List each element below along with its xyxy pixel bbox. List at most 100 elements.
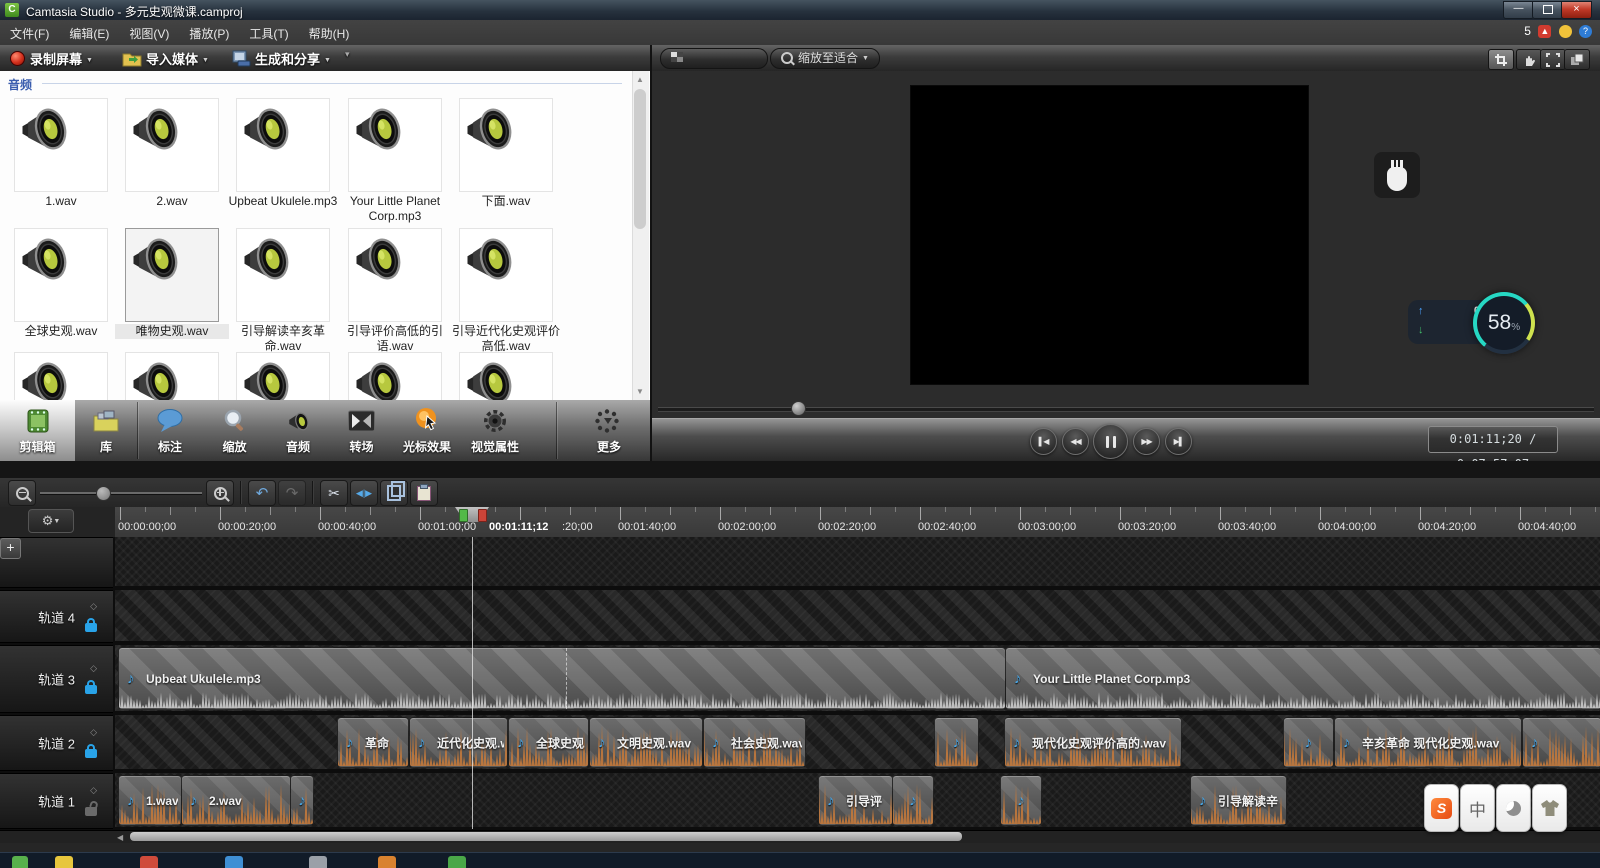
timeline-clip[interactable]: ♪社会史观.wav [703, 717, 806, 768]
timeline-clip[interactable]: ♪Upbeat Ukulele.mp3 [118, 647, 1006, 710]
skip-start-button[interactable]: ▌◀ [1030, 428, 1057, 455]
taskbar-app-icon[interactable] [225, 856, 243, 868]
scroll-down-icon[interactable]: ▼ [634, 387, 646, 396]
zoom-in-button[interactable] [206, 480, 234, 506]
import-media-button[interactable]: 导入媒体▼ [122, 49, 209, 67]
copy-button[interactable] [380, 480, 408, 506]
tab-audio[interactable]: 音频 [266, 400, 330, 461]
menu-item-h[interactable]: 帮助(H) [299, 20, 360, 45]
tab-visual-properties[interactable]: 视觉属性 [461, 400, 529, 461]
hscroll-thumb[interactable] [130, 832, 962, 841]
taskbar-app-icon[interactable] [12, 856, 28, 868]
editing-dimensions-button[interactable] [660, 48, 768, 69]
produce-share-button[interactable]: 生成和分享▼ [232, 49, 331, 67]
timeline-clip[interactable]: ♪2.wav [181, 775, 291, 826]
track-visibility-icon[interactable]: ◇ [90, 785, 97, 796]
track-lock-icon[interactable] [85, 685, 97, 694]
preview-zoom-select[interactable]: 缩放至适合▼ [770, 48, 880, 69]
track-lock-icon[interactable] [85, 749, 97, 758]
menu-item-e[interactable]: 编辑(E) [59, 20, 119, 45]
taskbar-app-icon[interactable] [140, 856, 158, 868]
menu-item-v[interactable]: 视图(V) [119, 20, 179, 45]
timeline-clip[interactable]: ♪ [1283, 717, 1334, 768]
lightbulb-icon[interactable] [1559, 25, 1572, 38]
timeline-clip[interactable]: ♪辛亥革命 现代化史观.wav [1334, 717, 1522, 768]
taskbar-app-icon[interactable] [309, 856, 327, 868]
timeline-clip[interactable]: ♪1.wav [118, 775, 182, 826]
add-track-button[interactable]: + [0, 538, 21, 559]
timeline-clip[interactable]: ♪引导解读辛 [1190, 775, 1287, 826]
restore-button[interactable] [1532, 1, 1563, 19]
timeline-clip[interactable]: ♪ [1000, 775, 1042, 826]
timeline-clip[interactable]: ♪ [892, 775, 934, 826]
tab-clip-bin[interactable]: 剪辑箱 [0, 400, 75, 461]
selection-end-handle[interactable] [478, 509, 487, 522]
scroll-left-icon[interactable]: ◀ [117, 833, 123, 842]
tab-library[interactable]: 库 [75, 400, 137, 461]
timeline-clip[interactable]: ♪革命 [337, 717, 409, 768]
tray-red-icon[interactable]: ▲ [1538, 25, 1551, 38]
taskbar-app-icon[interactable] [378, 856, 396, 868]
ime-night-mode-button[interactable] [1496, 784, 1531, 832]
ime-skin-button[interactable] [1532, 784, 1567, 832]
tab-callout[interactable]: 标注 [137, 400, 203, 461]
redo-button[interactable]: ↷ [278, 480, 306, 506]
tab-zoom-n-pan[interactable]: 缩放 [203, 400, 266, 461]
track-unlock-icon[interactable] [85, 807, 97, 816]
close-button[interactable]: × [1561, 1, 1592, 19]
seek-thumb[interactable] [791, 401, 806, 416]
fast-forward-button[interactable]: ▶▶ [1133, 428, 1160, 455]
zoom-out-button[interactable] [8, 480, 36, 506]
tab-transition[interactable]: 转场 [330, 400, 393, 461]
media-scroll-thumb[interactable] [634, 89, 646, 229]
skip-end-button[interactable]: ▶▌ [1165, 428, 1192, 455]
timeline-clip[interactable]: ♪近代化史观.wav [409, 717, 508, 768]
toolbar-overflow-chevron[interactable]: ▾ [345, 49, 350, 67]
scroll-up-icon[interactable]: ▲ [634, 75, 646, 84]
minimize-button[interactable]: — [1503, 1, 1534, 19]
track-visibility-icon[interactable]: ◇ [90, 727, 97, 738]
timeline-clip[interactable]: ♪ [934, 717, 979, 768]
pan-button[interactable] [1516, 49, 1542, 70]
timeline-clip[interactable]: ♪全球史观.wav [508, 717, 589, 768]
track-visibility-icon[interactable]: ◇ [90, 663, 97, 674]
timeline-clip[interactable]: ♪ [290, 775, 314, 826]
track-lane[interactable]: ♪1.wav♪2.wav♪♪引导评♪♪♪引导解读辛 [115, 773, 1600, 827]
menu-item-t[interactable]: 工具(T) [239, 20, 298, 45]
timeline-clip[interactable]: ♪引导评 [818, 775, 893, 826]
menu-item-f[interactable]: 文件(F) [0, 20, 59, 45]
playhead-line[interactable] [472, 537, 473, 829]
track-visibility-icon[interactable]: ◇ [90, 601, 97, 612]
tab-more[interactable]: 更多 [578, 400, 640, 461]
menu-item-p[interactable]: 播放(P) [179, 20, 239, 45]
timeline-clip[interactable]: ♪现代化史观评价高的.wav [1004, 717, 1182, 768]
paste-button[interactable] [410, 480, 438, 506]
timeline-clip[interactable]: ♪ [1522, 717, 1600, 768]
shrink-to-fit-button[interactable] [1540, 49, 1566, 70]
detach-button[interactable] [1564, 49, 1590, 70]
cut-button[interactable]: ✂ [320, 480, 348, 506]
track-lane[interactable]: ♪革命♪近代化史观.wav♪全球史观.wav♪文明史观.wav♪社会史观.wav… [115, 715, 1600, 769]
ime-sogou-logo-button[interactable]: S [1424, 784, 1459, 832]
pause-button[interactable] [1093, 424, 1128, 459]
taskbar-sliver[interactable] [0, 852, 1600, 868]
tab-cursor-effects[interactable]: 光标效果 [393, 400, 461, 461]
selection-start-handle[interactable] [459, 509, 468, 522]
timeline-zoom-thumb[interactable] [96, 486, 111, 501]
track-lane[interactable]: ♪Upbeat Ukulele.mp3♪Your Little Planet C… [115, 645, 1600, 711]
split-button[interactable]: ◀|▶ [350, 480, 378, 506]
taskbar-app-icon[interactable] [448, 856, 466, 868]
taskbar-app-icon[interactable] [55, 856, 73, 868]
track-lane[interactable] [115, 590, 1600, 641]
undo-button[interactable]: ↶ [248, 480, 276, 506]
record-screen-button[interactable]: 录制屏幕▼ [10, 49, 93, 67]
help-icon[interactable]: ? [1579, 25, 1592, 38]
timeline-clip[interactable]: ♪Your Little Planet Corp.mp3 [1005, 647, 1600, 710]
timeline-zoom-slider[interactable] [40, 492, 202, 495]
crop-button[interactable] [1488, 49, 1514, 70]
timeline-ruler[interactable]: 00:00:00;0000:00:20;0000:00:40;0000:01:0… [115, 507, 1600, 538]
timeline-clip[interactable]: ♪文明史观.wav [589, 717, 703, 768]
performance-gauge[interactable]: 58 % [1473, 292, 1535, 354]
ime-chinese-mode-button[interactable]: 中 [1460, 784, 1495, 832]
track-lock-icon[interactable] [85, 623, 97, 632]
